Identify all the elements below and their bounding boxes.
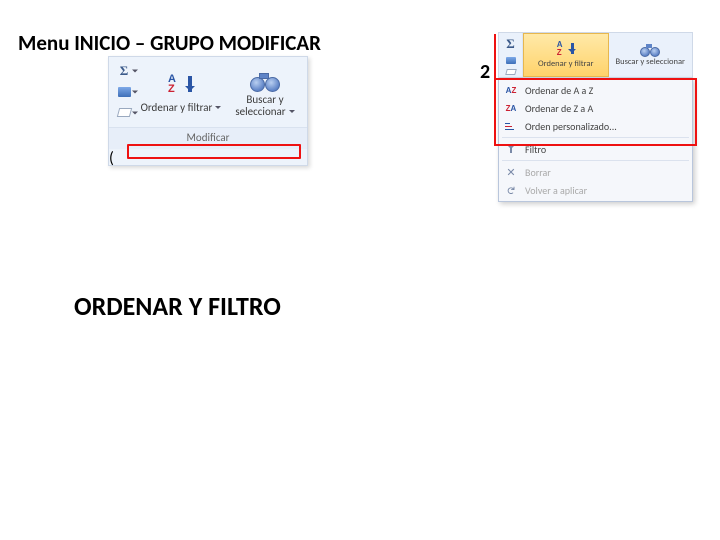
fill-button[interactable]: [113, 84, 135, 100]
section-subtitle: ORDENAR Y FILTRO: [74, 290, 281, 322]
menu-separator: [502, 137, 689, 138]
custom-sort-icon: [503, 119, 519, 133]
mini-ribbon: Σ AZ Ordenar y filtrar Buscar y seleccio…: [498, 32, 693, 78]
ribbon-side-buttons: Σ: [109, 57, 139, 127]
funnel-icon: [503, 142, 519, 156]
sort-filter-button[interactable]: AZ Ordenar y filtrar: [139, 57, 223, 127]
sigma-icon[interactable]: Σ: [506, 36, 515, 52]
sort-filter-button-active[interactable]: AZ Ordenar y filtrar: [523, 33, 609, 77]
mini-side: Σ: [499, 33, 523, 77]
ribbon-group-modificar: Σ AZ Ordenar y filtrar Buscar y seleccio…: [108, 56, 308, 166]
find-select-button[interactable]: Buscar y seleccionar: [223, 57, 307, 127]
sort-za-icon: ZA: [503, 101, 519, 115]
dropdown-menu: AZ Ordenar de A a Z ZA Ordenar de Z a A …: [498, 78, 693, 202]
menu-item-label: Ordenar de Z a A: [525, 102, 593, 115]
clear-button[interactable]: [113, 105, 135, 121]
reapply-icon: ↻: [503, 183, 519, 197]
menu-separator: [502, 160, 689, 161]
binoculars-icon: [250, 70, 280, 92]
menu-item-label: Orden personalizado...: [525, 120, 617, 133]
binoculars-icon: [640, 43, 660, 57]
menu-item-label: Ordenar de A a Z: [525, 84, 593, 97]
slide-title: Menu INICIO – GRUPO MODIFICAR: [18, 30, 321, 56]
menu-item-label: Volver a aplicar: [525, 184, 587, 197]
sort-az-icon: AZ: [503, 83, 519, 97]
menu-item-filter[interactable]: Filtro: [499, 140, 692, 158]
autosum-button[interactable]: Σ: [113, 63, 135, 79]
sort-filter-dropdown-panel: Σ AZ Ordenar y filtrar Buscar y seleccio…: [498, 32, 693, 202]
menu-item-reapply: ↻ Volver a aplicar: [499, 181, 692, 199]
clear-icon: ✕: [503, 165, 519, 179]
menu-item-label: Filtro: [525, 143, 546, 156]
sigma-icon: Σ: [120, 63, 129, 79]
highlight-line-2: [494, 34, 496, 78]
menu-item-custom-sort[interactable]: Orden personalizado...: [499, 117, 692, 135]
eraser-icon[interactable]: [505, 69, 517, 75]
eraser-icon: [116, 108, 131, 117]
menu-item-sort-za[interactable]: ZA Ordenar de Z a A: [499, 99, 692, 117]
sort-icon: AZ: [557, 41, 575, 59]
sort-icon: AZ: [168, 74, 194, 100]
fill-icon: [118, 87, 131, 97]
menu-item-sort-az[interactable]: AZ Ordenar de A a Z: [499, 81, 692, 99]
sort-filter-label: Ordenar y filtrar: [141, 102, 222, 114]
menu-item-clear: ✕ Borrar: [499, 163, 692, 181]
find-select-label: Buscar y seleccionar: [615, 58, 685, 67]
find-select-label: Buscar y seleccionar: [223, 94, 307, 118]
find-select-button[interactable]: Buscar y seleccionar: [609, 33, 693, 77]
callout-2: 2: [480, 60, 490, 84]
fill-icon[interactable]: [506, 57, 516, 64]
sort-filter-label: Ordenar y filtrar: [538, 60, 593, 69]
group-caption: Modificar: [109, 127, 307, 149]
menu-item-label: Borrar: [525, 166, 551, 179]
